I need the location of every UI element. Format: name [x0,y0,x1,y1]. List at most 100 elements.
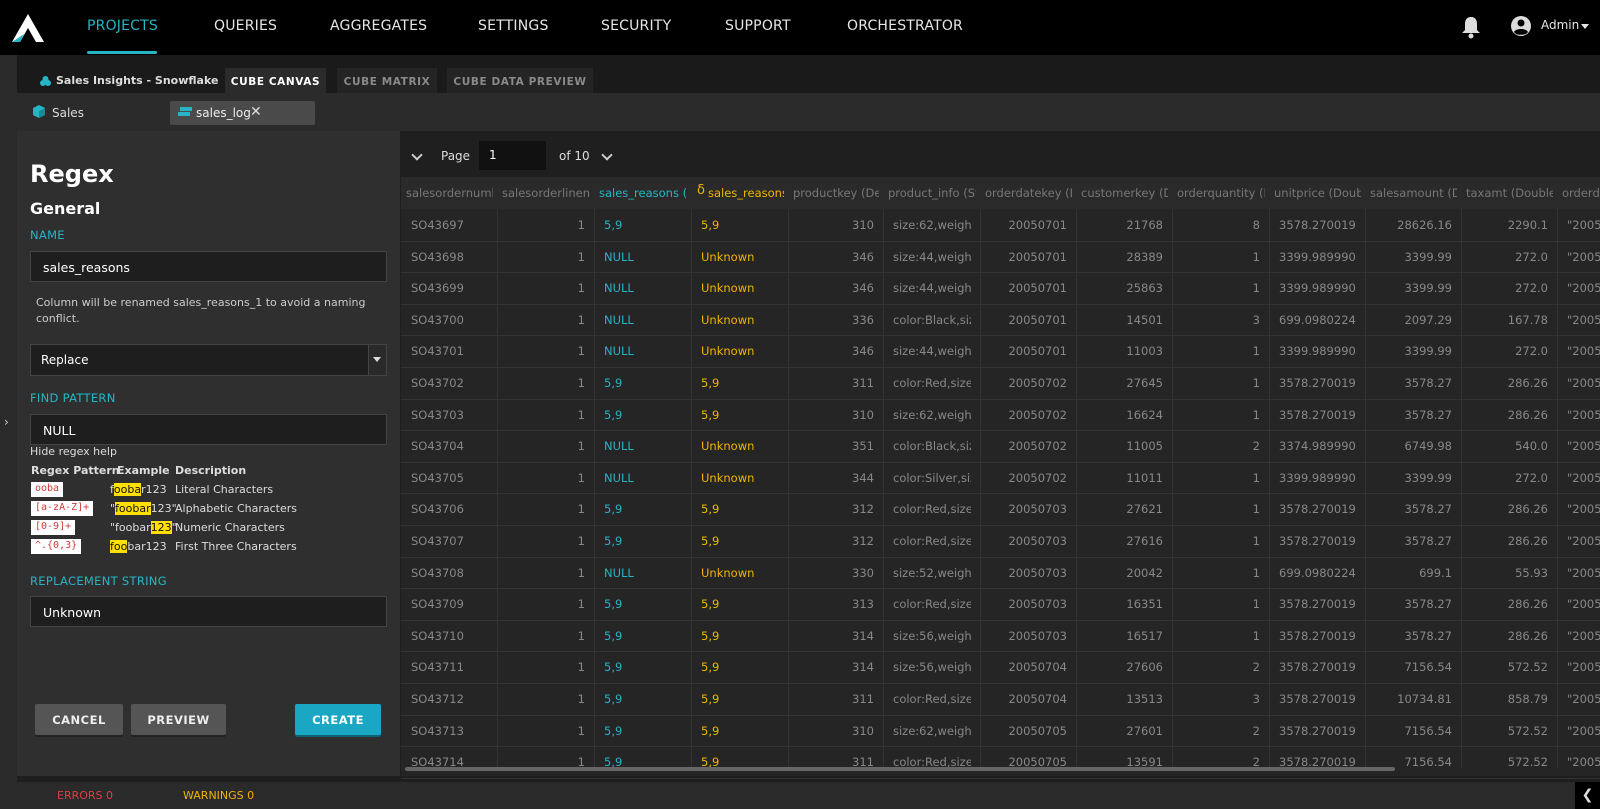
tab-cube-data-preview[interactable]: CUBE DATA PREVIEW [447,68,593,93]
close-dataset-icon[interactable]: ✕ [250,104,262,120]
table-cell[interactable]: 7156.54 [1375,724,1452,738]
table-cell[interactable]: "2005 [1567,629,1600,643]
table-cell[interactable]: 20050703 [990,597,1067,611]
table-cell[interactable]: SO43708 [411,566,488,580]
table-cell[interactable]: 5,9 [701,376,779,390]
table-cell[interactable]: 20050702 [990,376,1067,390]
table-cell[interactable]: color:Silver,size [893,471,971,485]
column-header[interactable]: productkey (Deci [793,186,879,200]
table-cell[interactable]: 2 [1182,724,1260,738]
table-cell[interactable]: 312 [798,534,874,548]
table-cell[interactable]: 5,9 [604,218,682,232]
chevron-down-icon[interactable] [373,357,381,362]
table-cell[interactable]: 1 [1182,281,1260,295]
table-cell[interactable]: 7156.54 [1375,660,1452,674]
table-cell[interactable]: 20050703 [990,566,1067,580]
table-cell[interactable]: 20050705 [990,724,1067,738]
table-cell[interactable]: SO43713 [411,724,488,738]
table-cell[interactable]: 3399.98999023 [1279,471,1356,485]
table-cell[interactable]: NULL [604,566,682,580]
table-cell[interactable]: 286.26 [1471,534,1548,548]
table-cell[interactable]: NULL [604,344,682,358]
table-cell[interactable]: 5,9 [701,408,779,422]
table-cell[interactable]: 286.26 [1471,502,1548,516]
table-cell[interactable]: 16351 [1086,597,1163,611]
table-cell[interactable]: 5,9 [701,724,779,738]
warnings-count[interactable]: WARNINGS 0 [183,789,254,802]
table-cell[interactable]: 13513 [1086,692,1163,706]
table-cell[interactable]: 272.0 [1471,250,1548,264]
table-cell[interactable]: 3 [1182,692,1260,706]
table-cell[interactable]: 313 [798,597,874,611]
errors-count[interactable]: ERRORS 0 [57,789,113,802]
table-cell[interactable]: 20042 [1086,566,1163,580]
table-cell[interactable]: "2005 [1567,597,1600,611]
table-cell[interactable]: 20050701 [990,344,1067,358]
table-cell[interactable]: 1 [507,250,585,264]
table-cell[interactable]: 3 [1182,313,1260,327]
table-cell[interactable]: 1 [1182,408,1260,422]
table-cell[interactable]: 1 [507,660,585,674]
table-cell[interactable]: 5,9 [701,218,779,232]
table-cell[interactable]: 3578.27 [1375,534,1452,548]
table-cell[interactable]: 858.79 [1471,692,1548,706]
table-cell[interactable]: size:56,weight:1 [893,660,971,674]
user-avatar-icon[interactable] [1510,15,1532,37]
table-cell[interactable]: 28389 [1086,250,1163,264]
table-cell[interactable]: 27601 [1086,724,1163,738]
table-cell[interactable]: Unknown [701,250,779,264]
table-cell[interactable]: 1 [1182,471,1260,485]
nav-security[interactable]: SECURITY [601,18,671,34]
table-cell[interactable]: 20050701 [990,218,1067,232]
table-cell[interactable]: 5,9 [604,629,682,643]
table-cell[interactable]: "2005 [1567,218,1600,232]
column-header[interactable]: orderquantity (De [1177,186,1265,200]
table-cell[interactable]: 1 [507,408,585,422]
table-cell[interactable]: color:Black,size [893,439,971,453]
table-cell[interactable]: 3578.27001953 [1279,597,1356,611]
table-cell[interactable]: Unknown [701,281,779,295]
nav-projects[interactable]: PROJECTS [87,18,158,34]
table-cell[interactable]: SO43702 [411,376,488,390]
name-input[interactable]: sales_reasons [30,251,387,282]
table-cell[interactable]: SO43701 [411,344,488,358]
table-cell[interactable]: 20050703 [990,629,1067,643]
column-header[interactable]: orderdatekey (De [985,186,1072,200]
cube-name[interactable]: Sales [52,106,84,120]
table-cell[interactable]: size:62,weight:1 [893,724,971,738]
table-cell[interactable]: 27616 [1086,534,1163,548]
table-cell[interactable]: 25863 [1086,281,1163,295]
table-cell[interactable]: 3399.98999023 [1279,250,1356,264]
table-cell[interactable]: 272.0 [1471,471,1548,485]
table-cell[interactable]: 16624 [1086,408,1163,422]
table-cell[interactable]: 20050704 [990,660,1067,674]
project-breadcrumb[interactable]: Sales Insights - Snowflake [56,74,218,87]
table-cell[interactable]: 3578.27001953 [1279,629,1356,643]
column-header[interactable]: salesorderlinenu [502,186,590,200]
collapse-panel-icon[interactable]: ❮ [1575,782,1600,809]
app-logo-icon[interactable] [10,12,46,44]
find-pattern-input[interactable]: NULL [30,414,387,445]
column-header[interactable]: salesordernumbe [406,186,493,200]
table-cell[interactable]: 3399.98999023 [1279,281,1356,295]
table-cell[interactable]: 1 [1182,376,1260,390]
table-cell[interactable]: 1 [507,692,585,706]
table-cell[interactable]: SO43704 [411,439,488,453]
column-header[interactable]: taxamt (Double) [1466,186,1553,200]
table-cell[interactable]: color:Red,size:4 [893,534,971,548]
table-cell[interactable]: 20050703 [990,534,1067,548]
table-cell[interactable]: 5,9 [701,597,779,611]
table-cell[interactable]: 6749.98 [1375,439,1452,453]
table-cell[interactable]: 310 [798,724,874,738]
table-cell[interactable]: 55.93 [1471,566,1548,580]
table-cell[interactable]: 5,9 [701,660,779,674]
nav-orchestrator[interactable]: ORCHESTRATOR [847,18,963,34]
table-cell[interactable]: 20050703 [990,502,1067,516]
table-cell[interactable]: 286.26 [1471,408,1548,422]
user-name[interactable]: Admin [1541,18,1579,32]
mode-select-value[interactable]: Replace [41,353,88,367]
create-button[interactable]: CREATE [295,704,381,735]
table-cell[interactable]: size:56,weight:1 [893,629,971,643]
table-cell[interactable]: 20050701 [990,281,1067,295]
table-cell[interactable]: Unknown [701,344,779,358]
